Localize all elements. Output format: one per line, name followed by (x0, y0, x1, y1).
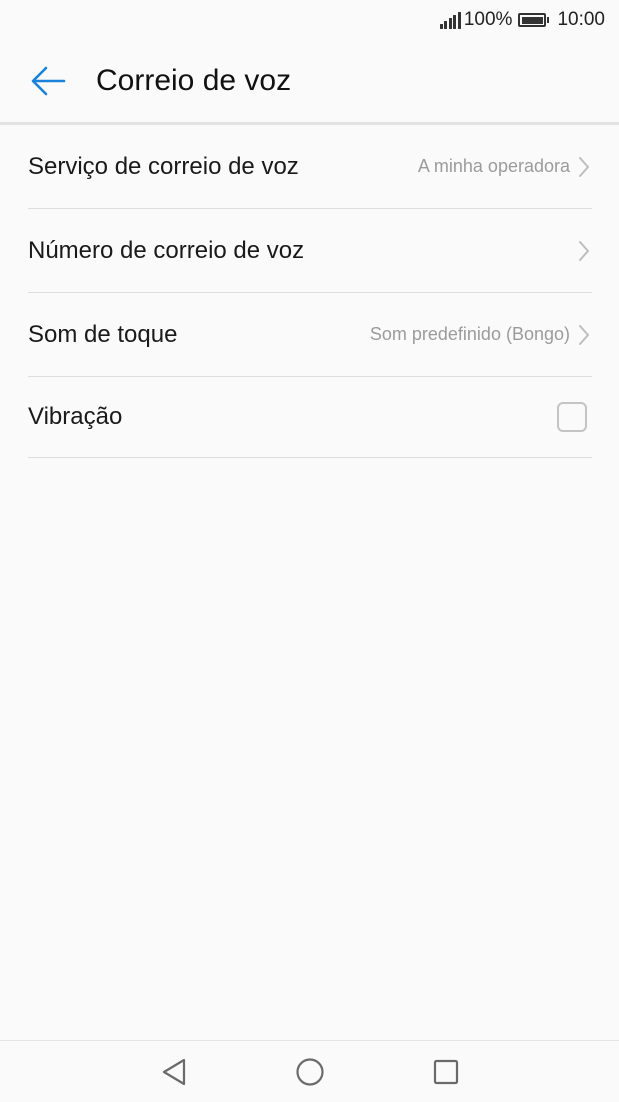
ringtone-value: Som predefinido (Bongo) (369, 324, 570, 344)
status-bar: 100% 10:00 (0, 0, 619, 40)
clock: 10:00 (557, 9, 605, 30)
ringtone-item[interactable]: Som de toque Som predefinido (Bongo) (28, 293, 592, 377)
app-bar: Correio de voz (0, 40, 619, 125)
vibration-label: Vibração (28, 403, 123, 430)
chevron-right-icon (578, 324, 592, 346)
back-button[interactable] (28, 61, 68, 101)
nav-back-button[interactable] (154, 1052, 194, 1092)
nav-recents-button[interactable] (426, 1052, 466, 1092)
arrow-left-icon (31, 66, 66, 96)
ringtone-right: Som predefinido (Bongo) (370, 324, 592, 346)
battery-percent: 100% (463, 9, 513, 30)
nav-home-button[interactable] (290, 1052, 330, 1092)
vibration-item[interactable]: Vibração (28, 377, 592, 458)
voicemail-service-label: Serviço de correio de voz (28, 152, 299, 180)
battery-icon (518, 13, 550, 27)
voicemail-number-right (578, 240, 592, 262)
voicemail-service-item[interactable]: Serviço de correio de voz A minha operad… (28, 125, 592, 209)
ringtone-label: Som de toque (28, 320, 178, 348)
navigation-bar (0, 1040, 619, 1102)
voicemail-number-item[interactable]: Número de correio de voz (28, 209, 592, 293)
voicemail-service-right: A minha operadora (418, 156, 592, 178)
vibration-checkbox[interactable] (557, 402, 587, 432)
voicemail-service-value: A minha operadora (417, 156, 570, 176)
chevron-right-icon (578, 156, 592, 178)
chevron-right-icon (578, 240, 592, 262)
recents-square-icon (433, 1059, 458, 1084)
settings-list: Serviço de correio de voz A minha operad… (28, 125, 592, 458)
signal-icon (438, 11, 461, 29)
home-circle-icon (295, 1057, 324, 1086)
back-triangle-icon (162, 1058, 185, 1085)
page-title: Correio de voz (96, 64, 292, 97)
voicemail-number-label: Número de correio de voz (28, 236, 305, 264)
